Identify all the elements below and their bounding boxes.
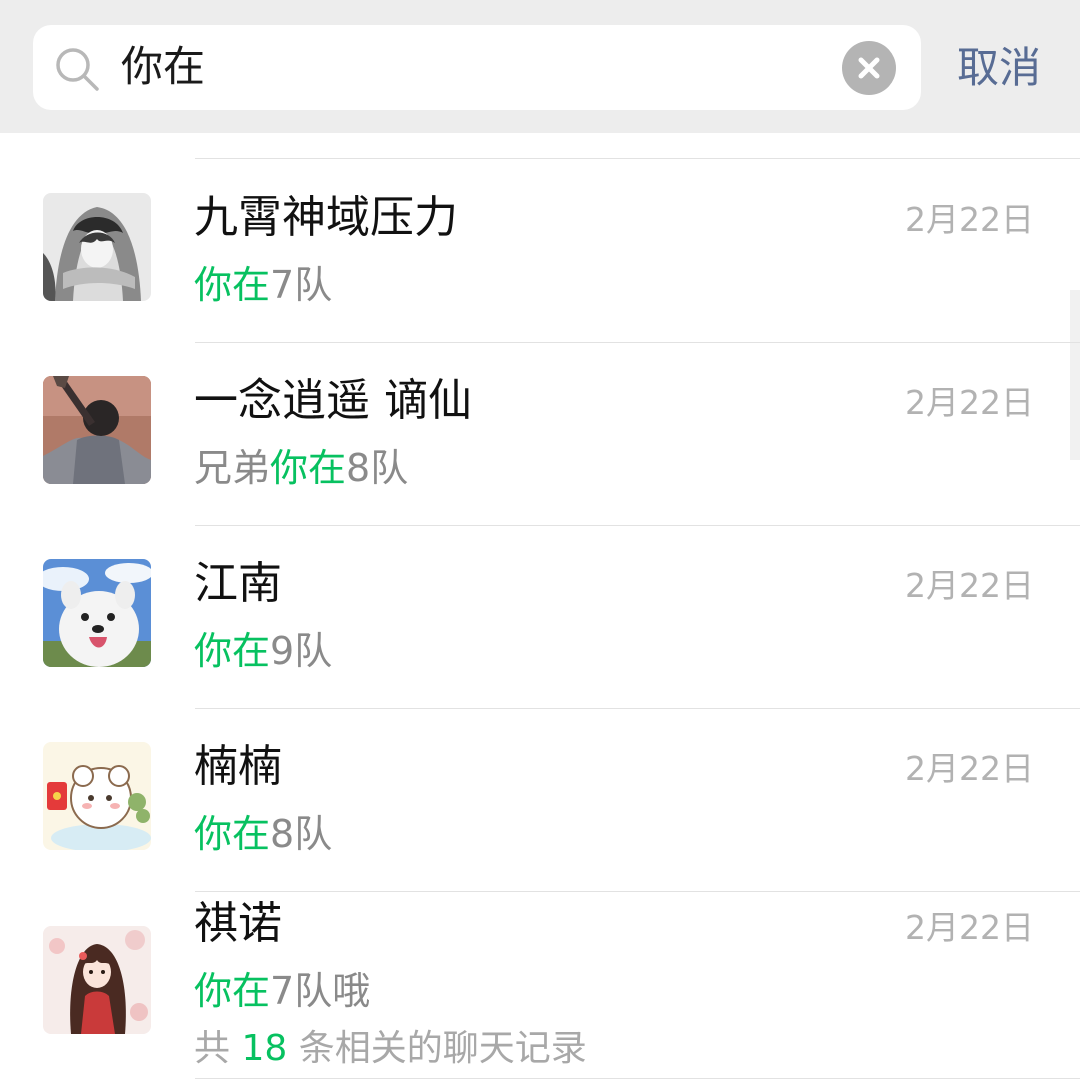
- chat-name: 九霄神域压力: [194, 192, 458, 243]
- message-snippet: 你在7队: [194, 260, 332, 310]
- snippet-suffix: 9队: [270, 629, 333, 673]
- snippet-match: 你在: [270, 446, 347, 490]
- avatar: [43, 742, 151, 850]
- snippet-suffix: 8队: [346, 446, 409, 490]
- avatar: [43, 376, 151, 484]
- divider: [195, 1078, 1080, 1079]
- snippet-suffix: 7队哦: [270, 969, 371, 1013]
- avatar: [43, 926, 151, 1034]
- snippet-match: 你在: [194, 812, 271, 856]
- message-snippet: 你在9队: [194, 626, 332, 676]
- snippet-match: 你在: [194, 263, 271, 307]
- snippet-prefix: 兄弟: [194, 446, 271, 490]
- message-snippet: 你在8队: [194, 809, 332, 859]
- avatar: [43, 559, 151, 667]
- chat-date: 2月22日: [905, 908, 1034, 947]
- chat-date: 2月22日: [905, 566, 1034, 605]
- snippet-match: 你在: [194, 629, 271, 673]
- chat-date: 2月22日: [905, 200, 1034, 239]
- chat-date: 2月22日: [905, 749, 1034, 788]
- chat-name: 楠楠: [194, 741, 282, 792]
- search-input[interactable]: 你在: [33, 25, 921, 110]
- divider: [195, 158, 1080, 159]
- related-records-link[interactable]: 共 18 条相关的聊天记录: [194, 1026, 587, 1072]
- related-records-suffix: 条相关的聊天记录: [287, 1028, 587, 1069]
- clear-icon[interactable]: [842, 41, 896, 95]
- avatar: [43, 193, 151, 301]
- chat-result-row[interactable]: 江南 2月22日 你在9队: [0, 526, 1080, 709]
- search-query[interactable]: 你在: [121, 39, 205, 95]
- chat-result-row[interactable]: 九霄神域压力 2月22日 你在7队: [0, 160, 1080, 343]
- cancel-button[interactable]: 取消: [957, 42, 1041, 94]
- related-records-count: 18: [241, 1028, 288, 1069]
- chat-name: 江南: [194, 558, 282, 609]
- message-snippet: 你在7队哦: [194, 966, 370, 1016]
- message-snippet: 兄弟你在8队: [194, 443, 408, 493]
- chat-name: 祺诺: [194, 898, 282, 949]
- snippet-suffix: 8队: [270, 812, 333, 856]
- snippet-match: 你在: [194, 969, 271, 1013]
- search-bar: 你在 取消: [0, 0, 1080, 133]
- snippet-suffix: 7队: [270, 263, 333, 307]
- chat-result-row[interactable]: 一念逍遥 谪仙 2月22日 兄弟你在8队: [0, 343, 1080, 526]
- chat-result-row[interactable]: 楠楠 2月22日 你在8队: [0, 709, 1080, 892]
- chat-date: 2月22日: [905, 383, 1034, 422]
- chat-name: 一念逍遥 谪仙: [194, 375, 472, 426]
- search-icon: [53, 45, 101, 93]
- related-records-prefix: 共: [194, 1028, 242, 1069]
